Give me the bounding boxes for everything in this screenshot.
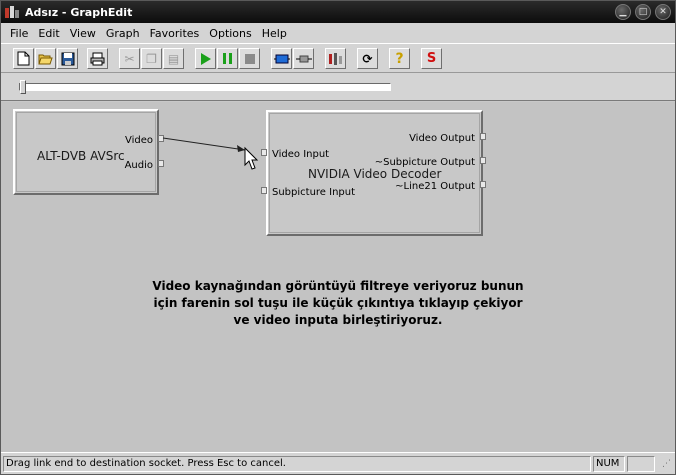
open-button[interactable]	[35, 48, 56, 69]
graphedit-window: Adsız - GraphEdit ▁ □ ✕ File Edit View G…	[0, 0, 676, 475]
annotation-line-3: ve video inputa birleştiriyoruz.	[233, 313, 443, 327]
frame-step-icon	[295, 55, 312, 62]
help-button[interactable]: ?	[389, 48, 410, 69]
stop-button[interactable]	[239, 48, 260, 69]
seek-icon	[273, 54, 290, 63]
drag-link-line	[162, 137, 246, 151]
connection-layer	[162, 137, 259, 170]
pause-icon	[222, 53, 232, 64]
resize-grip-icon[interactable]: ⋰	[662, 459, 671, 469]
seek-area	[1, 73, 675, 101]
cut-icon: ✂	[124, 51, 135, 66]
sync-icon: S	[426, 51, 437, 66]
frame-step-button[interactable]	[293, 48, 314, 69]
stop-icon	[244, 53, 255, 64]
menu-options[interactable]: Options	[204, 27, 256, 40]
open-icon	[38, 54, 53, 65]
copy-button[interactable]: ❐	[141, 48, 162, 69]
close-button[interactable]: ✕	[655, 4, 671, 20]
cut-button[interactable]: ✂	[119, 48, 140, 69]
toolbar: ✂ ❐ ▤ ⟳ ? S	[1, 43, 675, 73]
paste-button[interactable]: ▤	[163, 48, 184, 69]
play-icon	[201, 52, 211, 65]
play-button[interactable]	[195, 48, 216, 69]
mouse-cursor-icon	[244, 146, 259, 170]
graphedit-app-icon[interactable]	[5, 5, 19, 19]
annotation-line-2: için farenin sol tuşu ile küçük çıkıntıy…	[153, 296, 523, 310]
menu-bar: File Edit View Graph Favorites Options H…	[1, 23, 675, 43]
menu-help[interactable]: Help	[257, 27, 292, 40]
sync-button[interactable]: S	[421, 48, 442, 69]
status-bar: Drag link end to destination socket. Pre…	[1, 452, 675, 474]
print-icon	[90, 52, 105, 65]
status-message: Drag link end to destination socket. Pre…	[3, 456, 591, 472]
menu-view[interactable]: View	[65, 27, 101, 40]
pause-button[interactable]	[217, 48, 238, 69]
print-button[interactable]	[87, 48, 108, 69]
link-arrowhead	[237, 145, 245, 152]
filters-icon	[328, 52, 342, 65]
seek-thumb[interactable]	[20, 80, 26, 94]
menu-file[interactable]: File	[5, 27, 33, 40]
refresh-button[interactable]: ⟳	[357, 48, 378, 69]
save-icon	[61, 52, 74, 65]
refresh-icon: ⟳	[362, 51, 373, 66]
filters-button[interactable]	[325, 48, 346, 69]
help-icon: ?	[395, 50, 404, 67]
menu-favorites[interactable]: Favorites	[145, 27, 205, 40]
status-num-lock: NUM	[593, 456, 625, 472]
seek-button[interactable]	[271, 48, 292, 69]
annotation-line-1: Video kaynağından görüntüyü filtreye ver…	[152, 279, 524, 293]
graph-canvas[interactable]: ALT-DVB AVSrc Video Audio NVIDIA Video D…	[1, 102, 675, 452]
new-button[interactable]	[13, 48, 34, 69]
copy-icon: ❐	[146, 51, 157, 66]
title-bar[interactable]: Adsız - GraphEdit ▁ □ ✕	[1, 1, 675, 23]
menu-graph[interactable]: Graph	[101, 27, 145, 40]
menu-edit[interactable]: Edit	[33, 27, 64, 40]
seek-bar[interactable]	[19, 83, 391, 91]
save-button[interactable]	[57, 48, 78, 69]
new-icon	[17, 51, 30, 66]
window-title: Adsız - GraphEdit	[25, 5, 133, 19]
minimize-button[interactable]: ▁	[615, 4, 631, 20]
paste-icon: ▤	[167, 51, 180, 66]
maximize-button[interactable]: □	[635, 4, 651, 20]
status-empty-pane	[627, 456, 655, 472]
